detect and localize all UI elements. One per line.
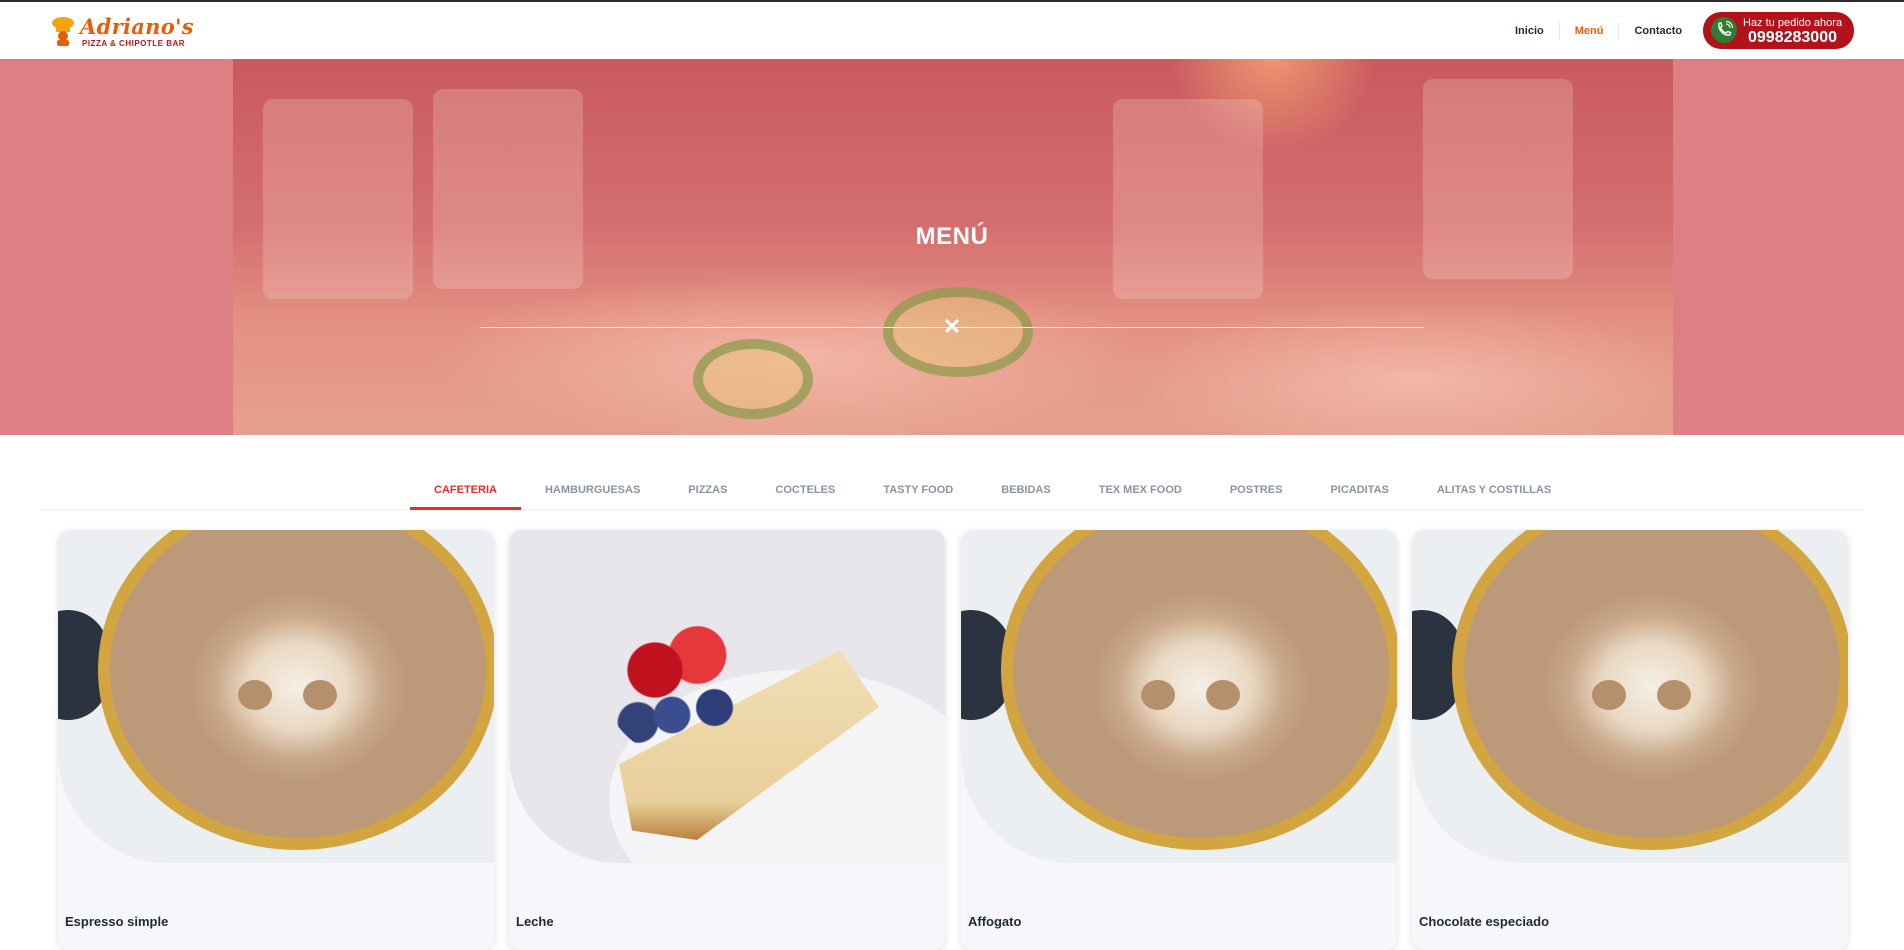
- order-now-button[interactable]: Haz tu pedido ahora 0998283000: [1703, 12, 1854, 49]
- tab-tex-mex-food[interactable]: TEX MEX FOOD: [1075, 474, 1206, 510]
- product-card[interactable]: Affogato: [961, 530, 1397, 950]
- tab-tasty-food[interactable]: TASTY FOOD: [859, 474, 977, 510]
- hero-bg-stool: [1113, 99, 1263, 299]
- product-name: Affogato: [968, 914, 1022, 929]
- tab-picaditas[interactable]: PICADITAS: [1306, 474, 1412, 510]
- product-name: Chocolate especiado: [1419, 914, 1550, 929]
- product-name: Espresso simple: [65, 914, 169, 929]
- tab-cocteles[interactable]: COCTELES: [751, 474, 859, 510]
- tab-postres[interactable]: POSTRES: [1206, 474, 1307, 510]
- order-phone-number: 0998283000: [1748, 29, 1837, 46]
- phone-icon: [1711, 17, 1737, 43]
- logo[interactable]: Adriano's PIZZA & CHIPOTLE BAR: [50, 14, 200, 50]
- product-image: [961, 530, 1397, 863]
- logo-name: Adriano's: [80, 14, 194, 39]
- category-tabs: CAFETERIA HAMBURGUESAS PIZZAS COCTELES T…: [40, 474, 1864, 510]
- nav-item-menu[interactable]: Menú: [1560, 21, 1620, 40]
- tab-alitas-y-costillas[interactable]: ALITAS Y COSTILLAS: [1413, 474, 1575, 510]
- hero-bg-stool: [263, 99, 413, 299]
- tab-cafeteria[interactable]: CAFETERIA: [410, 474, 521, 510]
- hero-jalapeno: [693, 339, 813, 419]
- chef-icon: [52, 17, 74, 46]
- product-image: [1412, 530, 1848, 863]
- close-icon: ✕: [942, 314, 962, 339]
- tab-hamburguesas[interactable]: HAMBURGUESAS: [521, 474, 664, 510]
- main-nav: Inicio Menú Contacto: [1500, 2, 1697, 59]
- product-card[interactable]: Leche: [509, 530, 945, 950]
- hero-banner: MENÚ ✕: [0, 59, 1904, 435]
- product-image: [509, 530, 945, 863]
- site-header: Adriano's PIZZA & CHIPOTLE BAR Inicio Me…: [0, 2, 1904, 59]
- nav-item-inicio[interactable]: Inicio: [1500, 21, 1560, 40]
- logo-subtitle: PIZZA & CHIPOTLE BAR: [82, 39, 186, 48]
- hero-bg-stool: [433, 89, 583, 289]
- product-card[interactable]: Chocolate especiado: [1412, 530, 1848, 950]
- product-image: [58, 530, 494, 863]
- product-card[interactable]: Espresso simple: [58, 530, 494, 950]
- page-title: MENÚ: [915, 223, 989, 250]
- nav-item-contacto[interactable]: Contacto: [1619, 22, 1697, 40]
- tab-pizzas[interactable]: PIZZAS: [664, 474, 751, 510]
- tab-bebidas[interactable]: BEBIDAS: [977, 474, 1075, 510]
- order-now-label: Haz tu pedido ahora: [1743, 17, 1843, 29]
- product-name: Leche: [516, 914, 554, 929]
